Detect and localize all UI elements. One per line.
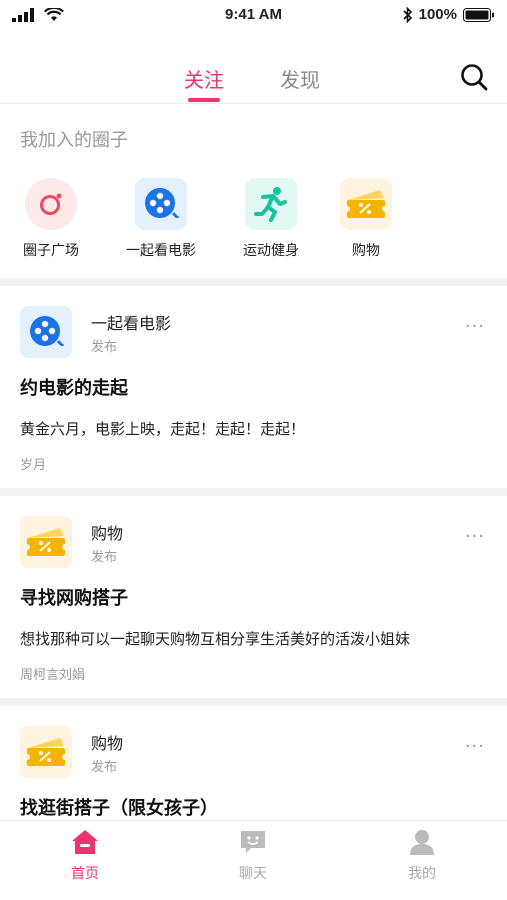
tab-chat-label: 聊天 (239, 866, 267, 882)
my-circles-section: 我加入的圈子 圈子广场 一起看电影 运动健身 购物 (0, 104, 507, 278)
bluetooth-icon (403, 6, 412, 23)
status-bar: 9:41 AM 100% (0, 0, 507, 32)
more-icon[interactable]: ··· (465, 528, 485, 546)
post-title: 约电影的走起 (20, 378, 128, 399)
film-reel-icon (20, 306, 72, 358)
post-card[interactable]: 购物 发布 ··· 找逛街搭子（限女孩子） (0, 706, 507, 820)
post-title: 找逛街搭子（限女孩子） (20, 798, 218, 819)
tab-mine-label: 我的 (408, 866, 436, 882)
bottom-tab-bar: 首页 聊天 我的 (0, 820, 507, 900)
home-icon (72, 830, 98, 854)
circle-label: 圈子广场 (23, 243, 79, 259)
circle-square-icon (25, 178, 77, 230)
more-icon[interactable]: ··· (465, 738, 485, 756)
post-action: 发布 (91, 550, 118, 565)
post-circle-name[interactable]: 一起看电影 (91, 310, 171, 334)
tab-follow[interactable]: 关注 (184, 64, 224, 93)
circle-label: 运动健身 (243, 243, 299, 259)
circle-item-square[interactable]: 圈子广场 (1, 178, 101, 260)
status-right: 100% (403, 6, 495, 23)
battery-icon (463, 7, 494, 22)
section-divider (0, 698, 507, 706)
section-divider (0, 278, 507, 286)
battery-percent: 100% (418, 6, 457, 23)
circle-item-shopping[interactable]: 购物 (316, 178, 416, 260)
post-action: 发布 (91, 760, 118, 775)
running-icon (245, 178, 297, 230)
tab-home[interactable]: 首页 (35, 829, 135, 883)
more-icon[interactable]: ··· (465, 318, 485, 336)
circle-label: 购物 (352, 243, 380, 259)
film-reel-icon (135, 178, 187, 230)
my-circles-title: 我加入的圈子 (20, 130, 128, 151)
post-circle-name[interactable]: 购物 (91, 520, 123, 544)
post-card[interactable]: 一起看电影 发布 ··· 约电影的走起 黄金六月，电影上映，走起！走起！走起！ … (0, 286, 507, 488)
post-body: 想找那种可以一起聊天购物互相分享生活美好的活泼小姐妹 (20, 630, 411, 648)
circle-item-movie[interactable]: 一起看电影 (111, 178, 211, 260)
circle-item-fitness[interactable]: 运动健身 (221, 178, 321, 260)
search-icon[interactable] (459, 62, 489, 92)
tab-mine[interactable]: 我的 (372, 829, 472, 883)
post-author[interactable]: 岁月 (20, 454, 46, 473)
post-action: 发布 (91, 340, 118, 355)
coupon-icon (20, 516, 72, 568)
top-nav: 关注 发现 (0, 50, 507, 104)
post-title: 寻找网购搭子 (20, 588, 128, 609)
section-divider (0, 488, 507, 496)
coupon-icon (340, 178, 392, 230)
tab-chat[interactable]: 聊天 (203, 829, 303, 883)
post-body: 黄金六月，电影上映，走起！走起！走起！ (20, 420, 306, 438)
tab-home-label: 首页 (71, 866, 99, 882)
post-author[interactable]: 周柯言刘娟 (20, 664, 85, 683)
active-tab-indicator (188, 98, 220, 102)
circle-label: 一起看电影 (126, 243, 196, 259)
tab-discover[interactable]: 发现 (280, 64, 320, 93)
post-card[interactable]: 购物 发布 ··· 寻找网购搭子 想找那种可以一起聊天购物互相分享生活美好的活泼… (0, 496, 507, 698)
coupon-icon (20, 726, 72, 778)
post-circle-name[interactable]: 购物 (91, 730, 123, 754)
chat-icon (241, 831, 265, 853)
profile-icon (410, 830, 434, 855)
